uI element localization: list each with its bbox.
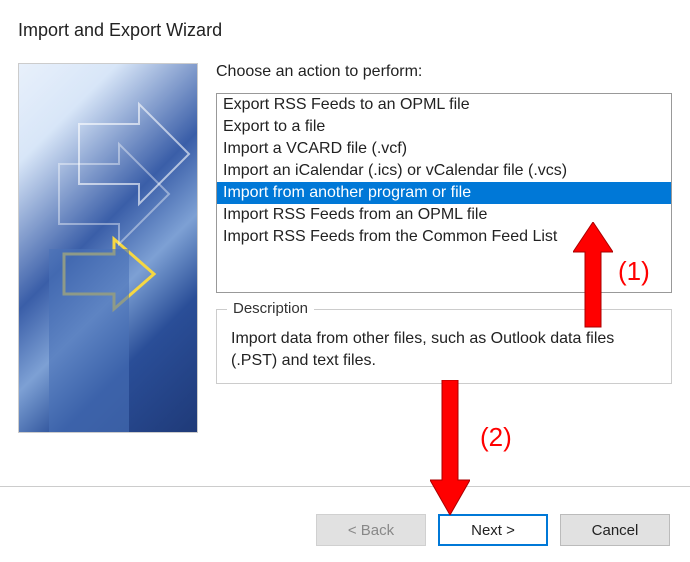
list-item[interactable]: Export RSS Feeds to an OPML file <box>217 94 671 116</box>
list-item[interactable]: Import an iCalendar (.ics) or vCalendar … <box>217 160 671 182</box>
separator-line <box>0 486 690 487</box>
list-item[interactable]: Import a VCARD file (.vcf) <box>217 138 671 160</box>
list-item[interactable]: Import RSS Feeds from an OPML file <box>217 204 671 226</box>
instruction-label: Choose an action to perform: <box>216 63 672 81</box>
content-area: Choose an action to perform: Export RSS … <box>0 63 690 433</box>
list-item[interactable]: Import from another program or file <box>217 182 671 204</box>
button-row: < Back Next > Cancel <box>316 514 670 546</box>
description-group: Description Import data from other files… <box>216 309 672 384</box>
decorative-arrows-icon <box>19 64 198 433</box>
right-panel: Choose an action to perform: Export RSS … <box>198 63 672 433</box>
next-button[interactable]: Next > <box>438 514 548 546</box>
wizard-decorative-image <box>18 63 198 433</box>
list-item[interactable]: Import RSS Feeds from the Common Feed Li… <box>217 226 671 248</box>
back-button: < Back <box>316 514 426 546</box>
action-listbox[interactable]: Export RSS Feeds to an OPML file Export … <box>216 93 672 293</box>
description-legend: Description <box>227 300 314 317</box>
list-item[interactable]: Export to a file <box>217 116 671 138</box>
window-title: Import and Export Wizard <box>0 0 690 63</box>
cancel-button[interactable]: Cancel <box>560 514 670 546</box>
description-text: Import data from other files, such as Ou… <box>231 328 657 373</box>
